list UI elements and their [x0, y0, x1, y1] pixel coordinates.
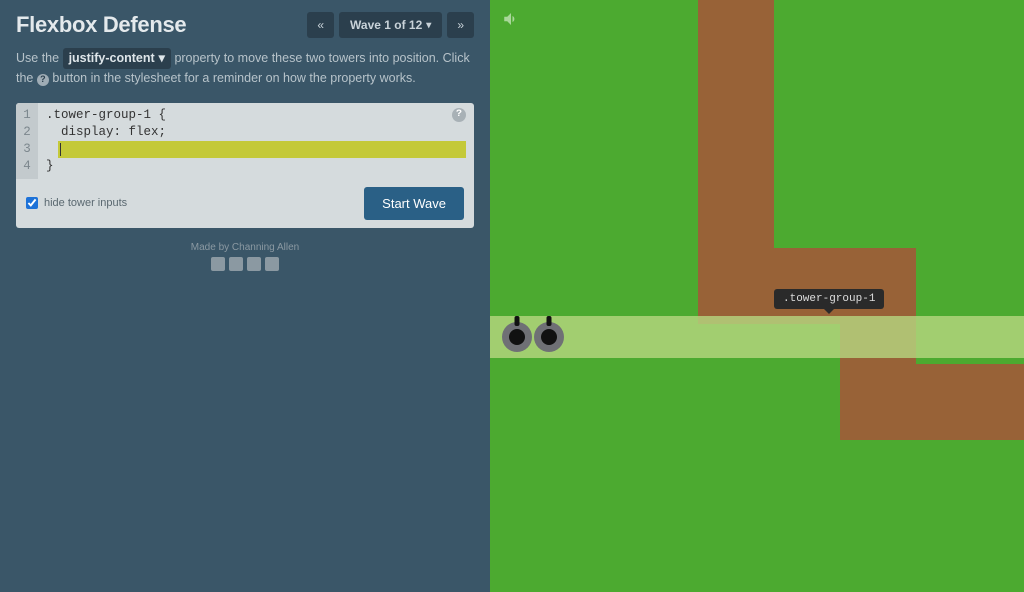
css-input[interactable] — [58, 141, 466, 158]
social-links — [16, 257, 474, 271]
instructions-text: Use the justify-content ▾ property to mo… — [16, 48, 474, 89]
editor-footer: hide tower inputs Start Wave — [16, 179, 474, 228]
checkbox-label: hide tower inputs — [44, 197, 127, 209]
path-segment — [840, 364, 916, 440]
start-wave-button[interactable]: Start Wave — [364, 187, 464, 220]
editor-help-button[interactable]: ? — [452, 108, 466, 122]
tower-group-1 — [490, 316, 1024, 358]
linkedin-icon[interactable] — [247, 257, 261, 271]
tower[interactable] — [502, 322, 532, 352]
code-lines: .tower-group-1 { display: flex; } — [38, 103, 474, 179]
next-wave-button[interactable]: » — [447, 12, 474, 38]
code-input-line — [46, 141, 466, 158]
tower[interactable] — [534, 322, 564, 352]
path-segment — [698, 0, 774, 288]
prev-wave-button[interactable]: « — [307, 12, 334, 38]
code-area: 1234 .tower-group-1 { display: flex; } ? — [16, 103, 474, 179]
property-tag[interactable]: justify-content ▾ — [63, 48, 171, 69]
github-icon[interactable] — [265, 257, 279, 271]
caret-down-icon: ▾ — [159, 49, 165, 68]
path-segment — [698, 248, 774, 324]
control-panel: Flexbox Defense « Wave 1 of 12 ▾ » Use t… — [0, 0, 490, 592]
css-editor: 1234 .tower-group-1 { display: flex; } ?… — [16, 103, 474, 228]
code-line: display: flex; — [46, 124, 466, 141]
hide-inputs-toggle[interactable]: hide tower inputs — [26, 197, 127, 209]
path-segment — [840, 248, 916, 324]
app-title: Flexbox Defense — [16, 12, 186, 38]
code-line: } — [46, 158, 466, 175]
caret-down-icon: ▾ — [426, 20, 431, 31]
help-icon: ? — [37, 74, 49, 86]
facebook-icon[interactable] — [211, 257, 225, 271]
header: Flexbox Defense « Wave 1 of 12 ▾ » — [16, 12, 474, 38]
credits: Made by Channing Allen — [16, 242, 474, 271]
group-tooltip: .tower-group-1 — [774, 289, 884, 309]
game-board: .tower-group-1 — [490, 0, 1024, 592]
code-line: .tower-group-1 { — [46, 107, 466, 124]
wave-select-dropdown[interactable]: Wave 1 of 12 ▾ — [339, 12, 442, 38]
hide-inputs-checkbox[interactable] — [26, 197, 38, 209]
line-gutter: 1234 — [16, 103, 38, 179]
credits-text: Made by Channing Allen — [16, 242, 474, 253]
twitter-icon[interactable] — [229, 257, 243, 271]
sound-toggle-icon[interactable] — [502, 10, 520, 33]
wave-label: Wave 1 of 12 — [350, 18, 422, 32]
wave-nav: « Wave 1 of 12 ▾ » — [307, 12, 474, 38]
